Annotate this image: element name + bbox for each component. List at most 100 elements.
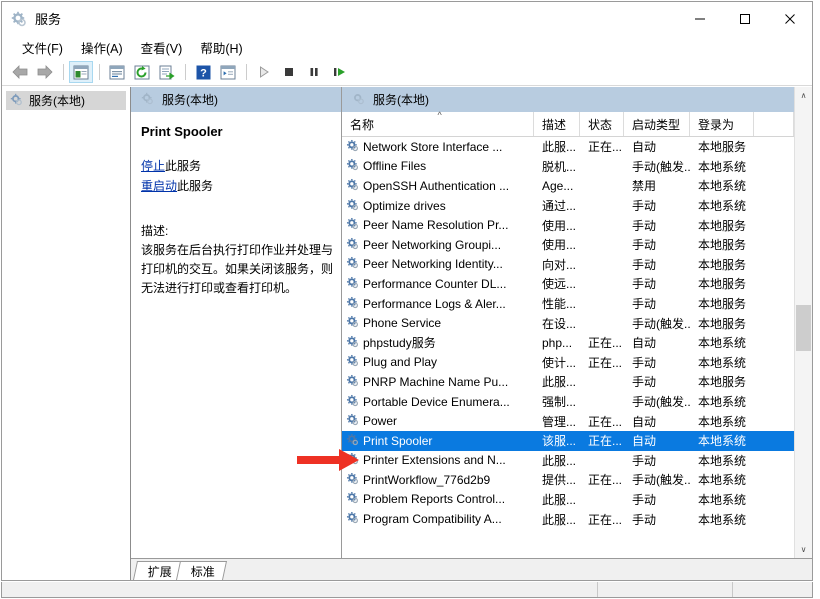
cell-status: 正在... [580, 432, 624, 449]
tree-item-services-local[interactable]: 服务(本地) [6, 91, 126, 110]
close-button[interactable] [767, 2, 812, 35]
service-name-label: Power [363, 414, 397, 428]
service-gear-icon [346, 237, 359, 253]
table-row[interactable]: Plug and Play使计...正在...手动本地系统 [342, 353, 794, 373]
export-list-icon[interactable] [155, 61, 179, 83]
service-gear-icon [346, 452, 359, 468]
cell-service-name: phpstudy服务 [342, 334, 534, 351]
properties-icon[interactable] [105, 61, 129, 83]
forward-icon[interactable] [33, 61, 57, 83]
column-startup-type[interactable]: 启动类型 [624, 112, 690, 136]
service-gear-icon [346, 394, 359, 410]
table-row[interactable]: Printer Extensions and N...此服...手动本地系统 [342, 451, 794, 471]
service-gear-icon [346, 315, 359, 331]
table-row[interactable]: Power管理...正在...自动本地系统 [342, 411, 794, 431]
toolbar-separator [99, 64, 100, 80]
cell-startup-type: 自动 [624, 432, 690, 449]
scrollbar-track[interactable] [795, 104, 812, 541]
cell-description: 提供... [534, 471, 580, 488]
cell-startup-type: 手动 [624, 275, 690, 292]
table-row[interactable]: Program Compatibility A...此服...正在...手动本地… [342, 509, 794, 529]
restart-service-link[interactable]: 重启动 [141, 179, 177, 193]
cell-startup-type: 手动 [624, 295, 690, 312]
table-row[interactable]: Problem Reports Control...此服...手动本地系统 [342, 490, 794, 510]
service-name-label: PrintWorkflow_776d2b9 [363, 473, 490, 487]
menu-help[interactable]: 帮助(H) [191, 36, 251, 59]
maximize-button[interactable] [722, 2, 767, 35]
scroll-down-arrow-icon[interactable]: ∨ [795, 541, 812, 558]
view-detail-icon[interactable] [216, 61, 240, 83]
service-gear-icon [346, 296, 359, 312]
service-gear-icon [346, 354, 359, 370]
cell-startup-type: 自动 [624, 413, 690, 430]
cell-service-name: Program Compatibility A... [342, 511, 534, 527]
cell-description: 通过... [534, 197, 580, 214]
description-label: 描述: [141, 222, 333, 241]
service-name-label: Program Compatibility A... [363, 512, 502, 526]
table-row[interactable]: Network Store Interface ...此服...正在...自动本… [342, 137, 794, 157]
cell-log-on-as: 本地服务 [690, 236, 754, 253]
cell-log-on-as: 本地系统 [690, 452, 754, 469]
cell-log-on-as: 本地系统 [690, 432, 754, 449]
toolbar: ? [2, 59, 812, 86]
stop-service-link[interactable]: 停止 [141, 159, 165, 173]
cell-service-name: Printer Extensions and N... [342, 452, 534, 468]
service-name-label: phpstudy服务 [363, 334, 436, 351]
cell-log-on-as: 本地服务 [690, 275, 754, 292]
vertical-scrollbar[interactable]: ∧ ∨ [794, 87, 812, 558]
cell-description: 性能... [534, 295, 580, 312]
cell-startup-type: 手动 [624, 236, 690, 253]
restart-service-icon[interactable] [327, 61, 351, 83]
table-row[interactable]: Print Spooler该服...正在...自动本地系统 [342, 431, 794, 451]
table-row[interactable]: Portable Device Enumera...强制...手动(触发...本… [342, 392, 794, 412]
table-row[interactable]: Peer Name Resolution Pr...使用...手动本地服务 [342, 215, 794, 235]
cell-startup-type: 手动 [624, 491, 690, 508]
service-name-label: Portable Device Enumera... [363, 395, 510, 409]
column-name[interactable]: ^ 名称 [342, 112, 534, 136]
menu-action[interactable]: 操作(A) [72, 36, 132, 59]
services-table-body[interactable]: Network Store Interface ...此服...正在...自动本… [342, 137, 794, 558]
table-row[interactable]: Offline Files脱机...手动(触发...本地系统 [342, 157, 794, 177]
show-hide-tree-icon[interactable] [69, 61, 93, 83]
service-name-label: Print Spooler [363, 434, 432, 448]
help-icon[interactable]: ? [191, 61, 215, 83]
scroll-up-arrow-icon[interactable]: ∧ [795, 87, 812, 104]
cell-service-name: Peer Networking Groupi... [342, 237, 534, 253]
cell-status: 正在... [580, 511, 624, 528]
column-description[interactable]: 描述 [534, 112, 580, 136]
table-row[interactable]: Peer Networking Groupi...使用...手动本地服务 [342, 235, 794, 255]
refresh-icon[interactable] [130, 61, 154, 83]
services-gear-icon [141, 92, 154, 108]
table-row[interactable]: Phone Service在设...手动(触发...本地服务 [342, 313, 794, 333]
table-row[interactable]: PNRP Machine Name Pu...此服...手动本地服务 [342, 372, 794, 392]
cell-log-on-as: 本地系统 [690, 393, 754, 410]
column-status[interactable]: 状态 [580, 112, 624, 136]
column-log-on-as[interactable]: 登录为 [690, 112, 754, 136]
cell-startup-type: 自动 [624, 138, 690, 155]
scrollbar-thumb[interactable] [796, 305, 811, 351]
description-block: 描述: 该服务在后台执行打印作业并处理与打印机的交互。如果关闭该服务，则无法进行… [141, 222, 333, 298]
status-bar-segment-2 [597, 582, 732, 597]
service-name-label: OpenSSH Authentication ... [363, 179, 509, 193]
table-row[interactable]: OpenSSH Authentication ...Age...禁用本地系统 [342, 176, 794, 196]
tab-standard[interactable]: 标准 [176, 561, 227, 580]
console-tree-pane: 服务(本地) [2, 87, 131, 580]
table-row[interactable]: PrintWorkflow_776d2b9提供...正在...手动(触发...本… [342, 470, 794, 490]
table-row[interactable]: phpstudy服务php...正在...自动本地系统 [342, 333, 794, 353]
cell-service-name: Peer Name Resolution Pr... [342, 217, 534, 233]
table-row[interactable]: Performance Logs & Aler...性能...手动本地服务 [342, 294, 794, 314]
cell-service-name: PNRP Machine Name Pu... [342, 374, 534, 390]
back-icon[interactable] [8, 61, 32, 83]
table-row[interactable]: Peer Networking Identity...向对...手动本地服务 [342, 255, 794, 275]
menu-view[interactable]: 查看(V) [132, 36, 192, 59]
services-list-pane: 服务(本地) ^ 名称 描述 状态 启动类型 登录为 Network Store [342, 87, 794, 558]
table-row[interactable]: Performance Counter DL...使远...手动本地服务 [342, 274, 794, 294]
table-row[interactable]: Optimize drives通过...手动本地系统 [342, 196, 794, 216]
minimize-button[interactable] [677, 2, 722, 35]
menu-file[interactable]: 文件(F) [13, 36, 72, 59]
service-gear-icon [346, 472, 359, 488]
pause-service-icon[interactable] [302, 61, 326, 83]
start-service-icon[interactable] [252, 61, 276, 83]
stop-service-icon[interactable] [277, 61, 301, 83]
cell-description: 使用... [534, 217, 580, 234]
